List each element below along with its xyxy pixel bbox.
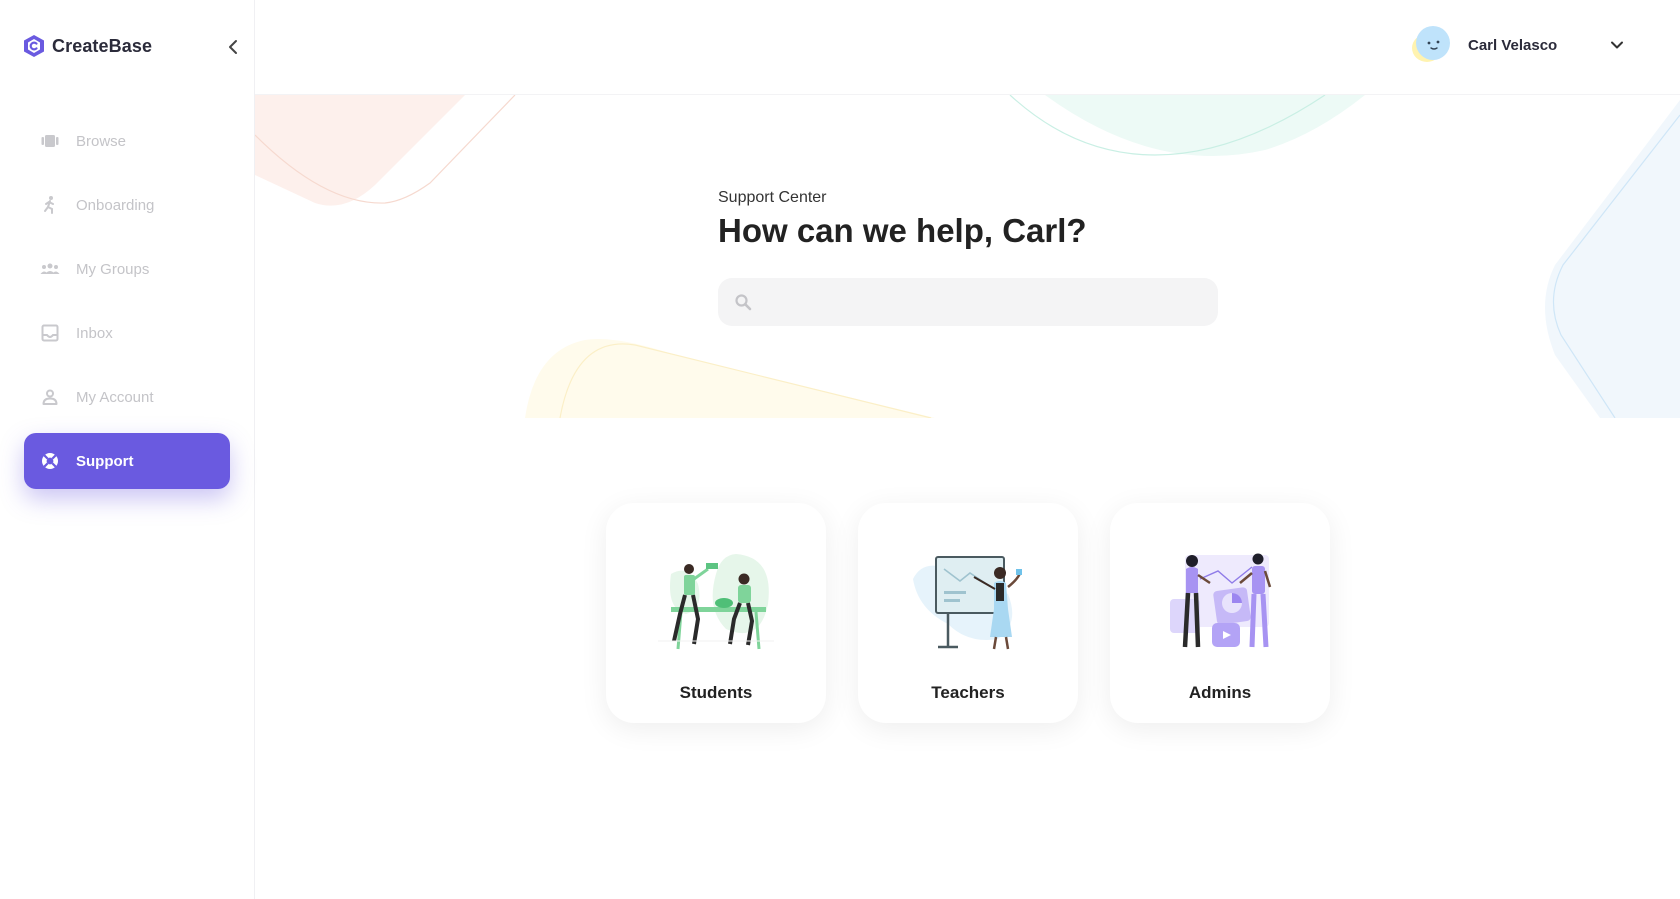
avatar-icon	[1412, 26, 1450, 62]
groups-icon	[40, 263, 60, 274]
search-input[interactable]	[762, 278, 1202, 326]
sidebar-item-onboarding[interactable]: Onboarding	[24, 177, 230, 233]
page-title: How can we help, Carl?	[718, 212, 1087, 249]
browse-icon	[41, 135, 59, 147]
sidebar: CreateBase Browse Onboarding My Groups I…	[0, 0, 255, 899]
card-admins[interactable]: Admins	[1110, 503, 1330, 723]
sidebar-item-my-account[interactable]: My Account	[24, 369, 230, 425]
sidebar-item-label: Inbox	[76, 324, 113, 342]
onboarding-icon	[44, 196, 54, 214]
sidebar-item-label: My Groups	[76, 260, 150, 278]
audience-cards: Students Teachers Admins	[606, 503, 1330, 723]
section-label: Support Center	[718, 189, 827, 206]
teachers-illustration	[913, 556, 1022, 650]
sidebar-item-inbox[interactable]: Inbox	[24, 305, 230, 361]
admins-illustration	[1170, 553, 1272, 648]
card-label: Teachers	[931, 683, 1005, 702]
sidebar-item-my-groups[interactable]: My Groups	[24, 241, 230, 297]
students-illustration	[658, 554, 774, 650]
card-teachers[interactable]: Teachers	[858, 503, 1078, 723]
sidebar-item-label: Onboarding	[76, 196, 155, 214]
sidebar-item-label: Browse	[76, 132, 127, 150]
sidebar-item-label: My Account	[76, 388, 154, 406]
search-icon	[735, 294, 752, 311]
chevron-left-icon[interactable]	[225, 38, 243, 56]
brand-name: CreateBase	[52, 35, 153, 56]
search-bar[interactable]	[718, 278, 1218, 326]
top-bar: Carl Velasco	[255, 0, 1680, 95]
brand[interactable]: CreateBase	[22, 34, 152, 58]
chevron-down-icon[interactable]	[1608, 36, 1626, 54]
lifebuoy-icon	[42, 453, 58, 469]
decorative-shapes	[255, 95, 1680, 418]
inbox-icon	[41, 324, 59, 342]
sidebar-nav: Browse Onboarding My Groups Inbox My Acc…	[24, 113, 230, 497]
card-label: Admins	[1188, 683, 1252, 702]
card-label: Students	[679, 683, 753, 702]
user-name: Carl Velasco	[1468, 36, 1558, 54]
user-menu[interactable]: Carl Velasco	[1410, 24, 1626, 66]
hero-background	[255, 95, 1680, 418]
sidebar-item-browse[interactable]: Browse	[24, 113, 230, 169]
createbase-logo-icon	[24, 35, 44, 57]
sidebar-item-support[interactable]: Support	[24, 433, 230, 489]
account-icon	[42, 389, 58, 405]
sidebar-item-label: Support	[76, 452, 134, 470]
card-students[interactable]: Students	[606, 503, 826, 723]
